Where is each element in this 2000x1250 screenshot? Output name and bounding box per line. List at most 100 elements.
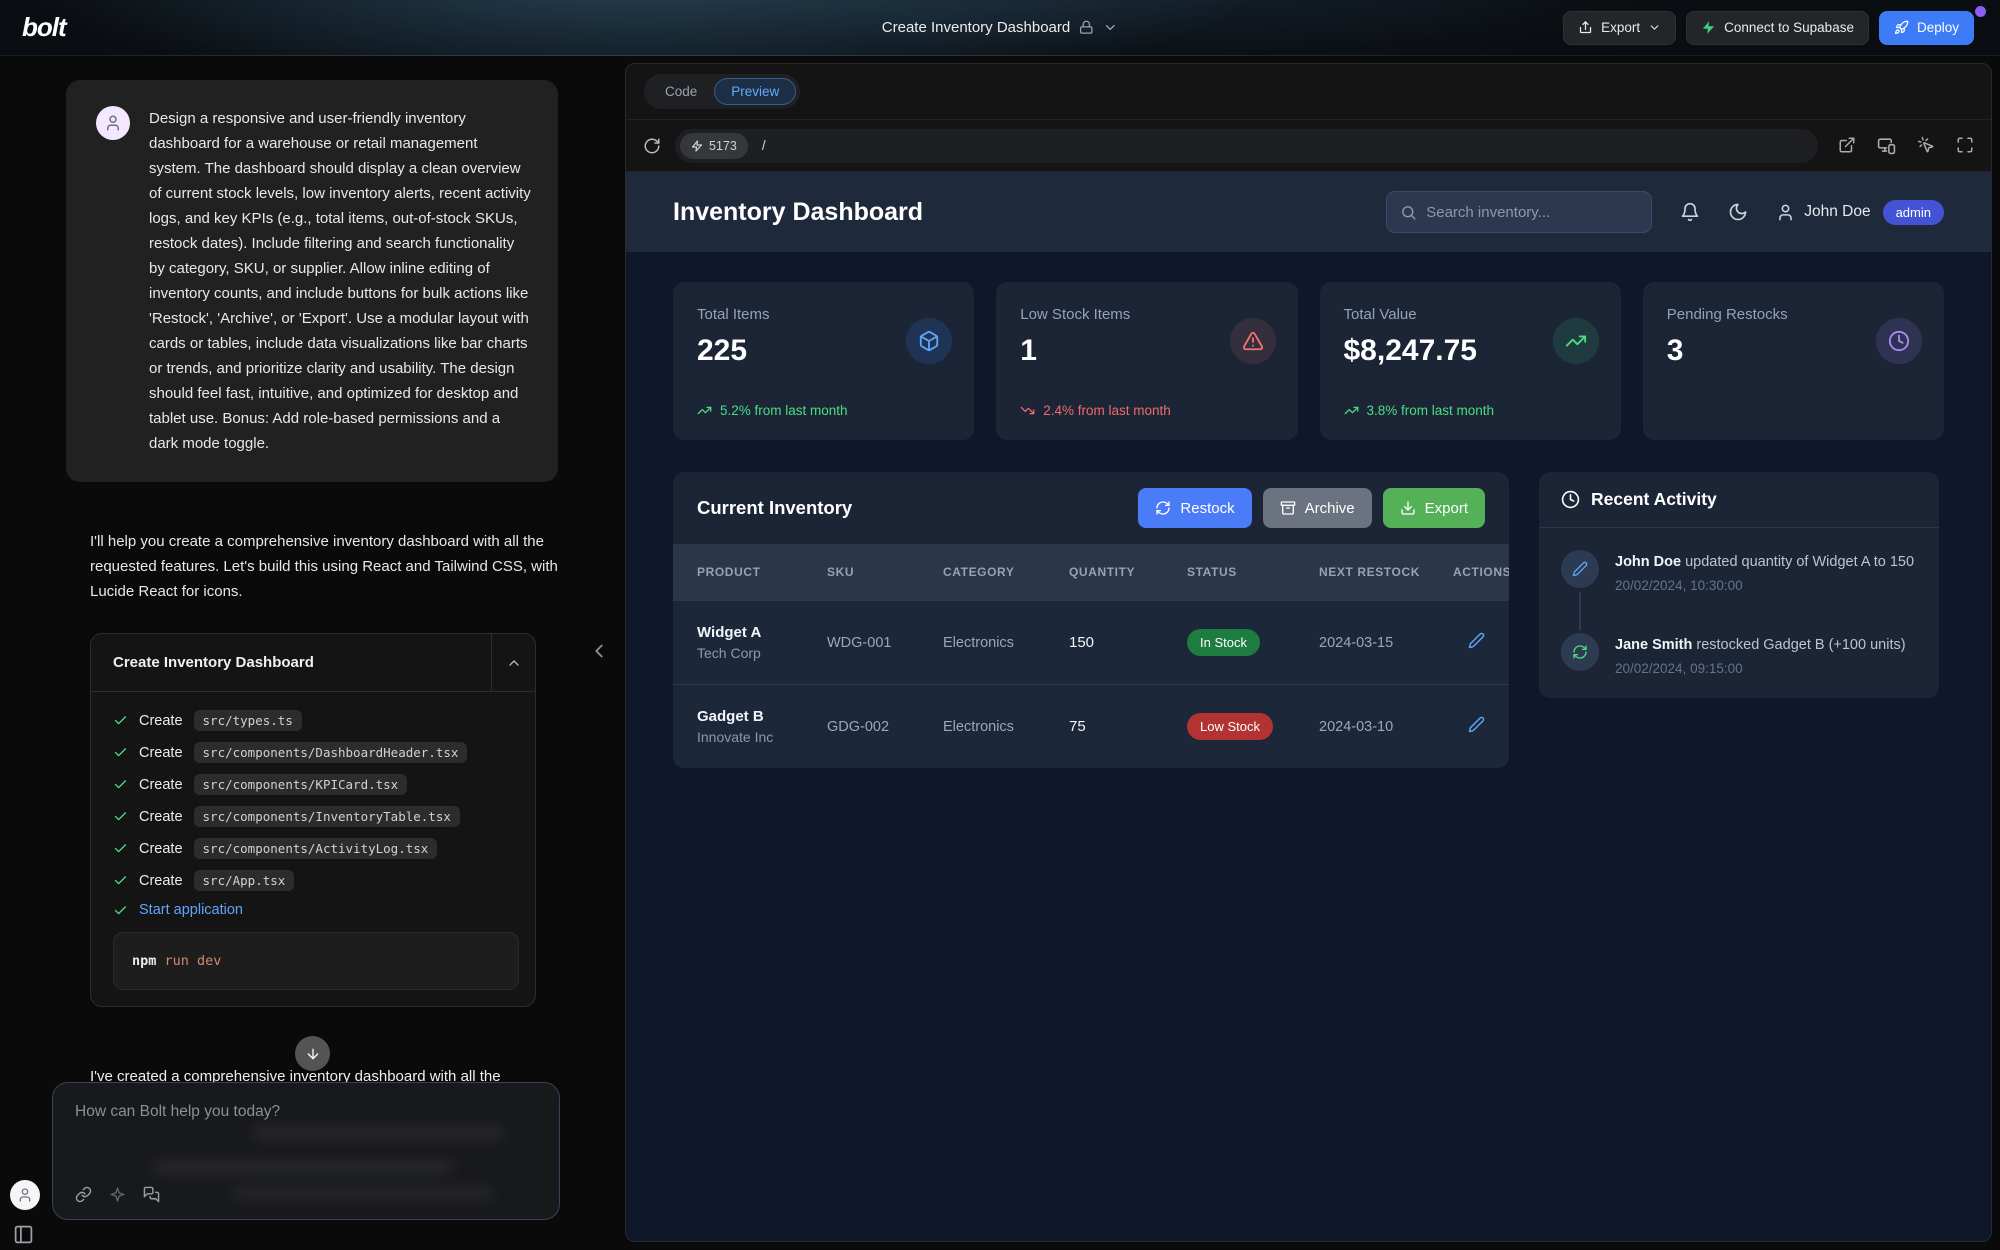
preview-urlbar: 5173 / bbox=[626, 120, 1991, 172]
kpi-card-low-stock: Low Stock Items 1 2.4% from last month bbox=[996, 282, 1297, 440]
sparkles-icon[interactable] bbox=[109, 1186, 126, 1203]
user-message: Design a responsive and user-friendly in… bbox=[66, 80, 558, 482]
port-plug-icon bbox=[691, 140, 703, 152]
chat-panel: Design a responsive and user-friendly in… bbox=[0, 56, 625, 1250]
kpi-card-pending-restocks: Pending Restocks 3 bbox=[1643, 282, 1944, 440]
user-name: John Doe bbox=[1804, 203, 1870, 221]
url-field[interactable]: 5173 / bbox=[675, 129, 1818, 163]
collapse-chat-chevron[interactable] bbox=[588, 640, 610, 662]
dashboard-header: Inventory Dashboard John Doe admin bbox=[626, 172, 1991, 252]
dashboard-title: Inventory Dashboard bbox=[673, 198, 923, 227]
reload-icon[interactable] bbox=[643, 137, 661, 155]
file-chip[interactable]: src/components/ActivityLog.tsx bbox=[194, 838, 438, 859]
activity-timestamp: 20/02/2024, 09:15:00 bbox=[1615, 661, 1906, 676]
activity-item: Jane Smith restocked Gadget B (+100 unit… bbox=[1561, 633, 1917, 676]
export-button[interactable]: Export bbox=[1563, 11, 1676, 45]
connect-supabase-button[interactable]: Connect to Supabase bbox=[1686, 11, 1869, 45]
file-chip[interactable]: src/components/DashboardHeader.tsx bbox=[194, 742, 468, 763]
activity-item: John Doe updated quantity of Widget A to… bbox=[1561, 550, 1917, 593]
status-badge: In Stock bbox=[1187, 629, 1260, 656]
chevron-down-icon[interactable] bbox=[1103, 20, 1118, 35]
chat-input[interactable] bbox=[75, 1103, 537, 1121]
pencil-icon bbox=[1561, 550, 1599, 588]
user-avatar bbox=[96, 106, 130, 140]
current-inventory-panel: Current Inventory Restock Archive bbox=[673, 472, 1509, 768]
upload-icon bbox=[1578, 20, 1593, 35]
user-message-text: Design a responsive and user-friendly in… bbox=[149, 106, 532, 456]
clock-icon bbox=[1876, 318, 1922, 364]
chat-mode-icon[interactable] bbox=[143, 1186, 160, 1203]
tab-preview[interactable]: Preview bbox=[714, 78, 796, 105]
artifact-step: Create src/components/KPICard.tsx bbox=[113, 774, 519, 795]
artifact-step: Create src/App.tsx bbox=[113, 870, 519, 891]
recent-activity-panel: Recent Activity John Doe updated quantit… bbox=[1539, 472, 1939, 698]
blurred-text-ghost bbox=[253, 1127, 503, 1139]
collapse-artifact-button[interactable] bbox=[491, 634, 535, 691]
check-icon bbox=[113, 809, 128, 824]
chevron-up-icon bbox=[506, 655, 522, 671]
search-icon bbox=[1400, 204, 1417, 221]
search-input[interactable] bbox=[1426, 204, 1638, 221]
scroll-to-bottom-button[interactable] bbox=[295, 1036, 330, 1071]
blurred-text-ghost bbox=[233, 1188, 493, 1198]
artifact-card: Create Inventory Dashboard Create src/ty… bbox=[90, 633, 536, 1007]
assistant-intro-text: I'll help you create a comprehensive inv… bbox=[90, 529, 567, 604]
url-path: / bbox=[762, 138, 766, 153]
edit-pencil-icon[interactable] bbox=[1468, 632, 1485, 649]
file-chip[interactable]: src/components/InventoryTable.tsx bbox=[194, 806, 460, 827]
trending-down-icon bbox=[1020, 403, 1035, 418]
dark-mode-toggle-icon[interactable] bbox=[1728, 202, 1748, 222]
deploy-button[interactable]: Deploy bbox=[1879, 11, 1974, 45]
project-title-group[interactable]: Create Inventory Dashboard bbox=[882, 19, 1118, 36]
file-chip[interactable]: src/components/KPICard.tsx bbox=[194, 774, 408, 795]
user-menu[interactable]: John Doe bbox=[1776, 203, 1870, 222]
fullscreen-icon[interactable] bbox=[1956, 136, 1974, 155]
activity-timestamp: 20/02/2024, 10:30:00 bbox=[1615, 578, 1914, 593]
archive-button[interactable]: Archive bbox=[1263, 488, 1372, 528]
check-icon bbox=[113, 777, 128, 792]
artifact-step: Create src/components/InventoryTable.tsx bbox=[113, 806, 519, 827]
edit-pencil-icon[interactable] bbox=[1468, 716, 1485, 733]
inventory-title: Current Inventory bbox=[697, 497, 852, 519]
topbar: bolt Create Inventory Dashboard Export C… bbox=[0, 0, 2000, 56]
chat-input-box bbox=[52, 1082, 560, 1220]
check-icon bbox=[113, 841, 128, 856]
terminal-command: npm run dev bbox=[113, 932, 519, 990]
artifact-step: Create src/types.ts bbox=[113, 710, 519, 731]
archive-icon bbox=[1280, 500, 1296, 516]
port-pill[interactable]: 5173 bbox=[680, 133, 748, 159]
artifact-step: Create src/components/DashboardHeader.ts… bbox=[113, 742, 519, 763]
file-chip[interactable]: src/types.ts bbox=[194, 710, 302, 731]
table-row: Widget A Tech Corp WDG-001 Electronics 1… bbox=[673, 600, 1509, 684]
check-icon bbox=[113, 903, 128, 918]
bolt-logo[interactable]: bolt bbox=[0, 12, 66, 43]
rocket-icon bbox=[1894, 20, 1909, 35]
chevron-down-icon bbox=[1648, 21, 1661, 34]
inventory-table-header: Product SKU Category Quantity Status Nex… bbox=[673, 544, 1509, 600]
activity-title: Recent Activity bbox=[1591, 489, 1717, 510]
export-csv-button[interactable]: Export bbox=[1383, 488, 1485, 528]
blurred-text-ghost bbox=[153, 1161, 453, 1173]
attach-link-icon[interactable] bbox=[75, 1186, 92, 1203]
refresh-icon bbox=[1561, 633, 1599, 671]
start-application-step: Start application bbox=[113, 902, 519, 918]
supabase-icon bbox=[1701, 20, 1716, 35]
sidebar-toggle-icon[interactable] bbox=[13, 1224, 34, 1245]
notifications-bell-icon[interactable] bbox=[1680, 202, 1700, 222]
trending-up-icon bbox=[1344, 403, 1359, 418]
account-avatar[interactable] bbox=[10, 1180, 40, 1210]
inspector-pointer-icon[interactable] bbox=[1917, 136, 1935, 155]
restock-button[interactable]: Restock bbox=[1138, 488, 1251, 528]
start-application-link[interactable]: Start application bbox=[139, 902, 243, 918]
file-chip[interactable]: src/App.tsx bbox=[194, 870, 295, 891]
kpi-row: Total Items 225 5.2% from last month Low… bbox=[673, 282, 1944, 440]
inventory-search[interactable] bbox=[1386, 191, 1652, 233]
refresh-icon bbox=[1155, 500, 1171, 516]
responsive-devices-icon[interactable] bbox=[1877, 136, 1896, 155]
open-external-icon[interactable] bbox=[1838, 136, 1856, 155]
artifact-step: Create src/components/ActivityLog.tsx bbox=[113, 838, 519, 859]
tab-code[interactable]: Code bbox=[648, 78, 714, 105]
role-badge: admin bbox=[1883, 200, 1944, 225]
check-icon bbox=[113, 873, 128, 888]
kpi-card-total-items: Total Items 225 5.2% from last month bbox=[673, 282, 974, 440]
